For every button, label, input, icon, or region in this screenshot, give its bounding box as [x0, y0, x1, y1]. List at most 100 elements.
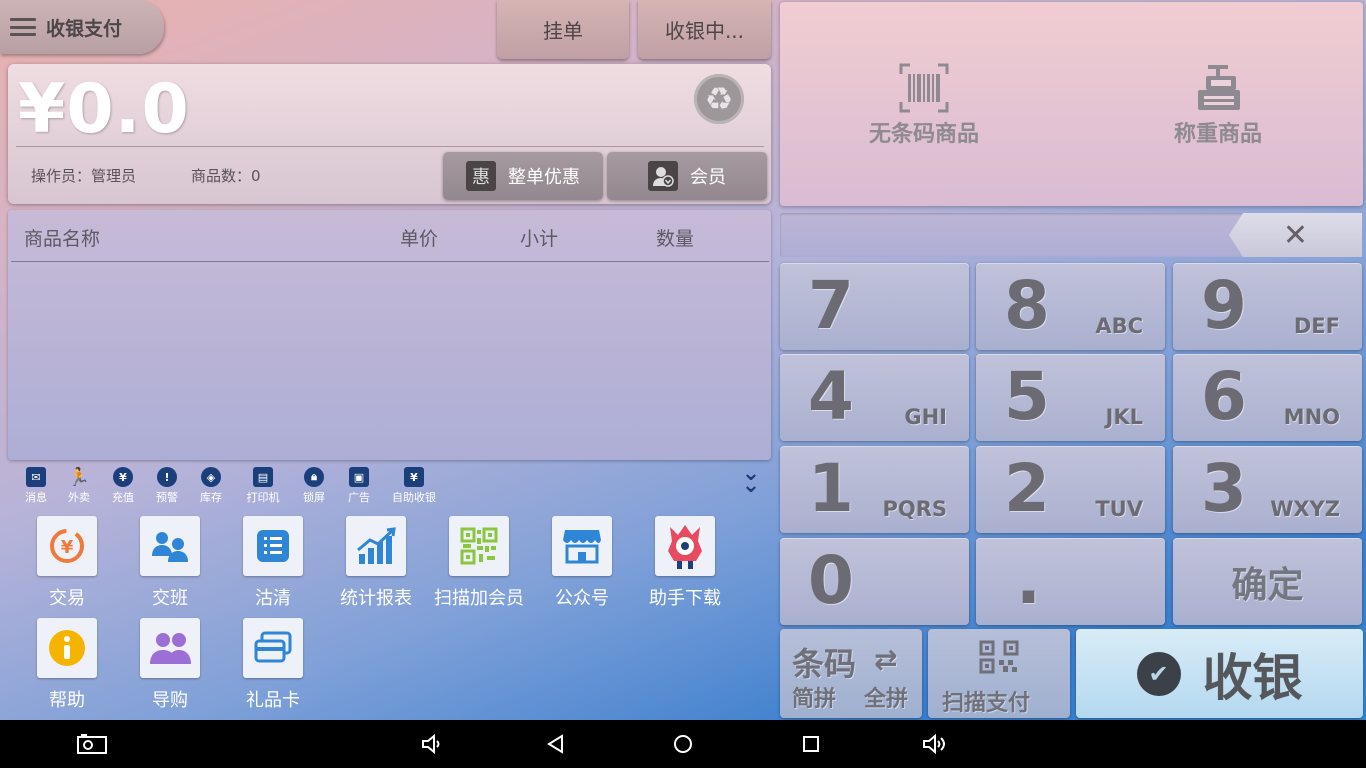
- column-header-quantity: 数量: [656, 228, 695, 250]
- key-7[interactable]: 7: [780, 263, 969, 350]
- tool-lock[interactable]: 🔒︎ 锁屏: [294, 467, 334, 505]
- app-gift-card[interactable]: 礼品卡: [221, 618, 325, 712]
- no-barcode-goods-label: 无条码商品: [868, 122, 979, 147]
- lock-icon: 🔒︎: [304, 467, 324, 487]
- tool-printer[interactable]: ▤ 打印机: [243, 467, 283, 505]
- gift-card-icon: [243, 618, 303, 678]
- checkout-button[interactable]: ✔ 收银: [1076, 629, 1363, 718]
- assistant-mascot-icon: [655, 516, 715, 576]
- ad-icon: ▣: [349, 467, 369, 487]
- product-table: 商品名称 单价 小计 数量: [8, 210, 771, 460]
- barcode-pinyin-toggle[interactable]: 条码 ⇄ 简拼 全拼: [780, 629, 922, 718]
- key-3[interactable]: 3 WXYZ: [1173, 446, 1362, 533]
- self-checkout-icon: ¥: [404, 467, 424, 487]
- menu-title: 收银支付: [46, 17, 123, 40]
- screenshot-camera-icon[interactable]: [72, 720, 112, 768]
- key-9[interactable]: 9 DEF: [1173, 263, 1362, 350]
- member-label: 会员: [690, 167, 726, 188]
- chevron-down-icon[interactable]: ⌄ ⌄: [736, 463, 766, 497]
- clear-input-button[interactable]: ✕: [1229, 213, 1362, 257]
- key-letters: TUV: [1095, 497, 1143, 521]
- member-icon: [648, 161, 678, 191]
- app-label: 公众号: [555, 588, 609, 609]
- delivery-runner-icon: 🏃: [67, 466, 91, 488]
- recycle-clear-icon[interactable]: ♻: [694, 74, 744, 124]
- key-digit: 1: [808, 450, 854, 527]
- weighed-goods-button[interactable]: 称重商品: [1166, 62, 1270, 148]
- app-label: 沽清: [255, 588, 291, 609]
- key-decimal[interactable]: .: [976, 538, 1165, 625]
- volume-down-icon[interactable]: [412, 720, 452, 768]
- tool-message[interactable]: ✉ 消息: [16, 467, 56, 505]
- tool-self-checkout[interactable]: ¥ 自助收银: [388, 467, 440, 505]
- app-scan-add-member[interactable]: 扫描加会员: [427, 516, 531, 610]
- key-1[interactable]: 1 PQRS: [780, 446, 969, 533]
- hold-order-button[interactable]: 挂单: [497, 0, 629, 59]
- goods-shortcut-panel: 无条码商品 称重商品: [780, 2, 1363, 206]
- tool-inventory[interactable]: ◈ 库存: [191, 467, 231, 505]
- help-info-icon: [37, 618, 97, 678]
- hamburger-icon: [10, 18, 36, 36]
- key-2[interactable]: 2 TUV: [976, 446, 1165, 533]
- discount-icon: 惠: [466, 161, 496, 191]
- key-letters: WXYZ: [1270, 497, 1340, 521]
- table-header-divider: [11, 261, 769, 262]
- message-icon: ✉: [26, 467, 46, 487]
- app-shift-handover[interactable]: 交班: [118, 516, 222, 610]
- scan-pay-label: 扫描支付: [942, 691, 1031, 716]
- shift-handover-icon: [140, 516, 200, 576]
- no-barcode-goods-button[interactable]: 无条码商品: [862, 62, 986, 148]
- key-4[interactable]: 4 GHI: [780, 354, 969, 441]
- order-discount-label: 整单优惠: [508, 167, 580, 188]
- app-official-account[interactable]: 公众号: [530, 516, 634, 610]
- cashier-status-button[interactable]: 收银中...: [638, 0, 771, 59]
- key-8[interactable]: 8 ABC: [976, 263, 1165, 350]
- tool-label: 预警: [156, 491, 178, 504]
- shopping-guide-icon: [140, 618, 200, 678]
- tool-label: 库存: [200, 491, 222, 504]
- order-discount-button[interactable]: 惠 整单优惠: [443, 152, 603, 200]
- transaction-icon: ¥: [37, 516, 97, 576]
- app-statistics[interactable]: 统计报表: [324, 516, 428, 610]
- printer-icon: ▤: [253, 467, 273, 487]
- key-letters: DEF: [1293, 314, 1340, 338]
- tool-label: 广告: [348, 491, 370, 504]
- app-transaction[interactable]: ¥ 交易: [15, 516, 119, 610]
- volume-up-icon[interactable]: [914, 720, 954, 768]
- recharge-yen-icon: ¥: [113, 467, 133, 487]
- scan-pay-button[interactable]: 扫描支付: [928, 629, 1070, 718]
- sold-out-list-icon: [243, 516, 303, 576]
- key-letters: MNO: [1283, 405, 1340, 429]
- qr-code-icon: [978, 639, 1020, 679]
- recent-apps-icon[interactable]: [791, 720, 831, 768]
- home-icon[interactable]: [663, 720, 703, 768]
- divider: [16, 146, 764, 147]
- tool-recharge[interactable]: ¥ 充值: [103, 467, 143, 505]
- key-5[interactable]: 5 JKL: [976, 354, 1165, 441]
- key-digit: 4: [808, 358, 854, 435]
- close-icon: ✕: [1282, 217, 1309, 253]
- key-0[interactable]: 0: [780, 538, 969, 625]
- app-assistant-download[interactable]: 助手下载: [633, 516, 737, 610]
- member-button[interactable]: 会员: [607, 152, 767, 200]
- app-sold-out[interactable]: 沽清: [221, 516, 325, 610]
- key-digit: 0: [808, 542, 854, 619]
- confirm-button[interactable]: 确定: [1173, 538, 1362, 625]
- tool-warning[interactable]: ! 预警: [147, 467, 187, 505]
- back-icon[interactable]: [536, 720, 576, 768]
- swap-arrows-icon: ⇄: [874, 643, 898, 676]
- app-shopping-guide[interactable]: 导购: [118, 618, 222, 712]
- tool-ad[interactable]: ▣ 广告: [339, 467, 379, 505]
- menu-button[interactable]: 收银支付: [0, 0, 164, 54]
- tool-delivery[interactable]: 🏃 外卖: [59, 467, 99, 505]
- checkout-label: 收银: [1202, 648, 1303, 707]
- statistics-chart-icon: [346, 516, 406, 576]
- system-navigation-bar: [0, 720, 1366, 768]
- key-digit: 8: [1004, 267, 1050, 344]
- operator-label: 操作员：管理员: [31, 167, 137, 185]
- tool-label: 自助收银: [392, 491, 436, 504]
- tool-label: 外卖: [68, 491, 90, 504]
- app-help[interactable]: 帮助: [15, 618, 119, 712]
- key-6[interactable]: 6 MNO: [1173, 354, 1362, 441]
- key-letters: ABC: [1095, 314, 1143, 338]
